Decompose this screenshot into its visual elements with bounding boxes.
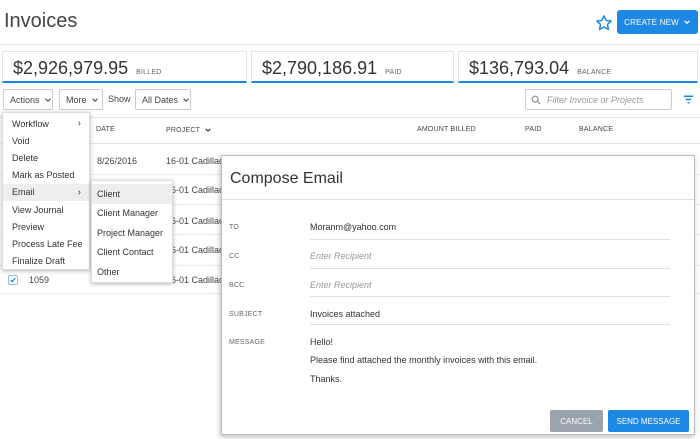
search-icon — [531, 95, 541, 104]
invoice-project: 16-01 Cadillac — [166, 245, 224, 255]
submenu-item-label: Client — [97, 188, 121, 199]
row-checkbox[interactable] — [8, 275, 18, 285]
balance-stat: $136,793.04 BALANCE — [458, 51, 698, 83]
page-title: Invoices — [4, 10, 78, 32]
invoice-project: 16-01 Cadillac — [166, 185, 224, 195]
cc-label: CC — [229, 253, 240, 260]
email-submenu: Client Client Manager Project Manager Cl… — [91, 180, 173, 283]
search-input[interactable]: Filter Invoice or Projects — [525, 89, 672, 110]
to-underline — [310, 239, 670, 240]
submenu-item-client-contact[interactable]: Client Contact — [92, 243, 172, 263]
menu-item-email[interactable]: Email › — [3, 183, 89, 201]
menu-item-label: Finalize Draft — [12, 256, 66, 267]
menu-item-mark-as-posted[interactable]: Mark as Posted — [3, 167, 89, 184]
cancel-button[interactable]: CANCEL — [550, 410, 603, 432]
invoice-project: 16-01 Cadillac — [166, 275, 224, 285]
chevron-down-icon — [91, 97, 98, 102]
dates-label: All Dates — [142, 94, 179, 105]
bcc-underline — [310, 296, 670, 297]
paid-label: PAID — [385, 69, 402, 76]
menu-item-label: Process Late Fee — [12, 238, 83, 249]
filter-icon[interactable] — [683, 94, 694, 105]
paid-stat: $2,790,186.91 PAID — [251, 51, 454, 83]
menu-item-preview[interactable]: Preview — [3, 218, 89, 235]
submenu-item-label: Other — [97, 266, 120, 277]
chevron-down-icon — [183, 97, 189, 102]
dialog-divider — [222, 199, 694, 200]
project-column-header[interactable]: PROJECT — [166, 126, 212, 134]
menu-item-finalize-draft[interactable]: Finalize Draft — [3, 253, 89, 270]
submenu-item-label: Client Manager — [97, 208, 159, 219]
chevron-down-icon — [684, 20, 690, 25]
project-header-label: PROJECT — [166, 126, 201, 134]
invoice-project: 16-01 Cadillac — [166, 216, 224, 226]
chevron-right-icon: › — [77, 118, 81, 130]
submenu-item-label: Project Manager — [97, 227, 164, 238]
menu-item-label: View Journal — [12, 204, 64, 215]
compose-email-dialog: Compose Email TO Moranm@yahoo.com CC Ent… — [221, 155, 695, 435]
submenu-item-client-manager[interactable]: Client Manager — [92, 204, 172, 224]
chevron-down-icon — [205, 128, 211, 133]
to-field[interactable]: Moranm@yahoo.com — [310, 222, 396, 232]
message-label: MESSAGE — [229, 339, 266, 346]
menu-item-label: Preview — [12, 221, 45, 232]
show-label: Show — [108, 94, 131, 104]
chevron-right-icon: › — [77, 186, 81, 198]
menu-item-void[interactable]: Void — [3, 132, 89, 149]
invoice-date: 8/26/2016 — [97, 156, 138, 166]
dates-dropdown[interactable]: All Dates — [135, 89, 191, 110]
date-column-header[interactable]: DATE — [96, 126, 115, 133]
menu-item-label: Mark as Posted — [12, 170, 75, 181]
chevron-down-icon — [44, 97, 51, 102]
cc-underline — [310, 268, 670, 269]
create-new-button[interactable]: CREATE NEW — [617, 10, 698, 34]
menu-item-label: Delete — [12, 152, 39, 163]
billed-stat: $2,926,979.95 BILLED — [2, 51, 247, 83]
subject-underline — [310, 324, 670, 325]
submenu-item-other[interactable]: Other — [92, 262, 172, 282]
submenu-item-project-manager[interactable]: Project Manager — [92, 223, 172, 243]
create-new-label: CREATE NEW — [624, 17, 679, 27]
actions-dropdown[interactable]: Actions — [3, 89, 53, 110]
billed-label: BILLED — [136, 69, 162, 76]
menu-item-view-journal[interactable]: View Journal — [3, 201, 89, 218]
subject-field[interactable]: Invoices attached — [310, 309, 380, 319]
menu-item-delete[interactable]: Delete — [3, 149, 89, 166]
actions-label: Actions — [10, 94, 40, 105]
more-dropdown[interactable]: More — [59, 89, 103, 110]
balance-amount: $136,793.04 — [469, 58, 570, 78]
balance-column-header[interactable]: BALANCE — [579, 126, 613, 133]
message-line[interactable]: Please find attached the monthly invoice… — [310, 355, 537, 365]
billed-amount: $2,926,979.95 — [13, 58, 129, 78]
send-message-button[interactable]: SEND MESSAGE — [608, 410, 689, 432]
search-placeholder: Filter Invoice or Projects — [547, 94, 644, 105]
paid-amount: $2,790,186.91 — [262, 58, 378, 78]
message-line[interactable]: Thanks. — [310, 374, 342, 384]
amount-billed-column-header[interactable]: AMOUNT BILLED — [417, 126, 476, 133]
menu-item-workflow[interactable]: Workflow › — [3, 115, 89, 132]
header-divider — [0, 44, 700, 45]
menu-item-label: Void — [12, 135, 30, 146]
balance-label: BALANCE — [577, 69, 612, 76]
menu-item-label: Email — [12, 187, 35, 198]
more-label: More — [66, 94, 87, 105]
to-label: TO — [229, 224, 239, 231]
actions-menu: Workflow › Void Delete Mark as Posted Em… — [2, 112, 90, 270]
paid-column-header[interactable]: PAID — [525, 126, 542, 133]
menu-item-label: Workflow — [12, 118, 49, 129]
submenu-item-client[interactable]: Client — [92, 184, 172, 204]
submenu-item-label: Client Contact — [97, 247, 154, 258]
dialog-title: Compose Email — [230, 170, 343, 187]
invoice-project: 16-01 Cadillac — [166, 156, 224, 166]
cc-field[interactable]: Enter Recipient — [310, 251, 372, 261]
message-line[interactable]: Hello! — [310, 337, 333, 347]
menu-item-process-late-fee[interactable]: Process Late Fee — [3, 235, 89, 252]
check-icon — [10, 277, 16, 283]
bcc-field[interactable]: Enter Recipient — [310, 280, 372, 290]
star-icon[interactable] — [595, 14, 613, 32]
subject-label: SUBJECT — [229, 311, 263, 318]
bcc-label: BCC — [229, 282, 245, 289]
invoice-number: 1059 — [29, 275, 50, 285]
